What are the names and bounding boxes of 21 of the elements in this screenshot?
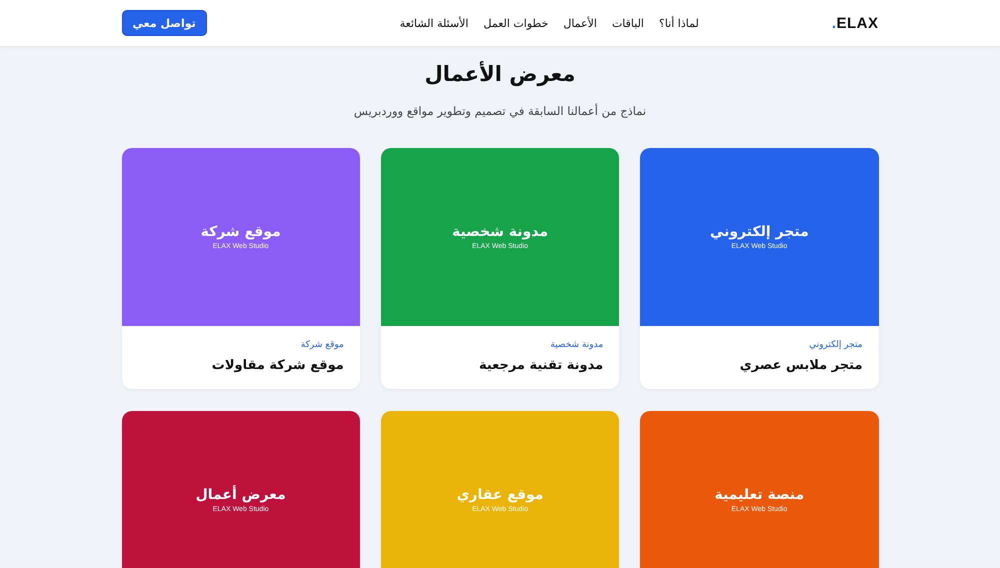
project-name: مدونة تقنية مرجعية [478, 358, 604, 373]
cover-title: متجر إلكتروني [710, 224, 809, 240]
cover-title: معرض أعمال [196, 487, 286, 503]
nav-link[interactable]: لماذا أنا؟ [658, 16, 699, 30]
cover-title: مدونة شخصية [452, 224, 548, 240]
section-subtitle: نماذج من أعمالنا السابقة في تصميم وتطوير مواقع ووردبريس [352, 104, 648, 118]
nav-link[interactable]: الأسئلة الشائعة [400, 16, 468, 30]
project-name: موقع شركة مقاولات [210, 358, 344, 373]
section-title: معرض الأعمال [424, 62, 576, 86]
contact-button[interactable]: تواصل معي [122, 10, 207, 36]
cover-title: موقع عقاري [456, 487, 544, 503]
project-category: متجر إلكتروني [808, 340, 862, 350]
logo[interactable]: .ELAX [832, 14, 878, 32]
project-category: مدونة شخصية [549, 340, 604, 350]
nav-link[interactable]: الباقات [612, 16, 644, 30]
project-category: موقع شركة [300, 340, 344, 350]
nav-link[interactable]: الأعمال [563, 16, 597, 30]
project-name: متجر ملابس عصري [738, 358, 862, 373]
cover-title: موقع شركة [200, 224, 281, 240]
cover-title: منصة تعليمية [714, 487, 804, 503]
nav-link[interactable]: خطوات العمل [484, 16, 548, 30]
